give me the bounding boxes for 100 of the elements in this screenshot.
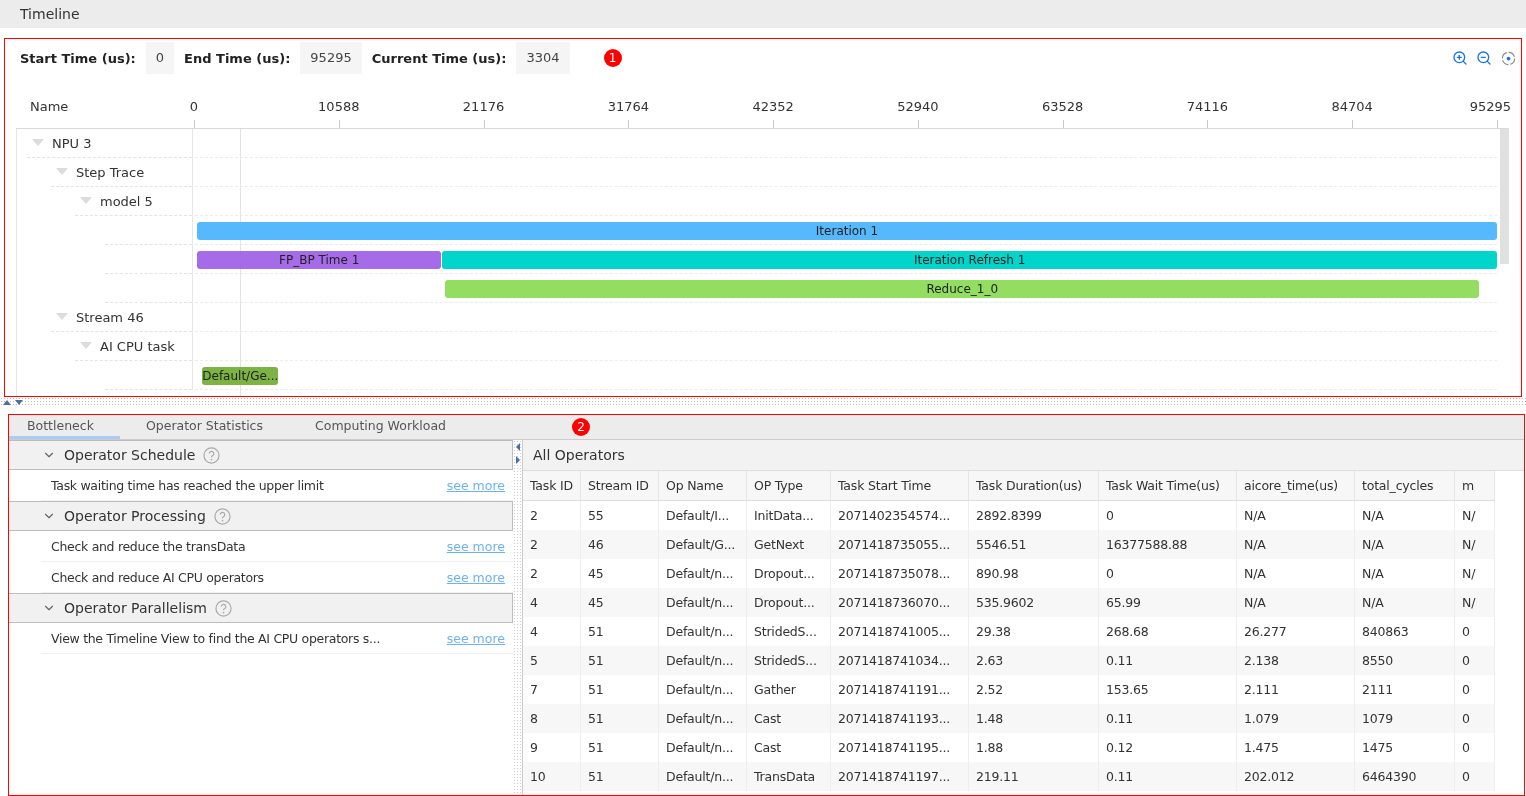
table-cell: 46 <box>581 530 659 559</box>
time-field[interactable]: 95295 <box>300 42 362 74</box>
table-cell: 2071418741193... <box>831 704 969 733</box>
field-label: Current Time (us): <box>371 50 507 66</box>
table-cell: 2.63 <box>969 646 1099 675</box>
table-cell: 8 <box>523 704 581 733</box>
tree-row[interactable]: model 5 <box>75 187 192 216</box>
field-label: Start Time (us): <box>20 50 136 66</box>
zoom-out-icon[interactable] <box>1475 49 1493 67</box>
tree-row[interactable]: AI CPU task <box>75 332 192 361</box>
axis-tick-label: 10588 <box>318 99 360 114</box>
table-cell: 8550 <box>1355 646 1455 675</box>
tree-row[interactable]: Step Trace <box>51 158 192 187</box>
callout-marker: 1 <box>603 49 622 67</box>
tree-row[interactable]: Stream 46 <box>51 303 192 332</box>
table-cell: 0 <box>1455 646 1495 675</box>
help-icon[interactable] <box>213 507 231 525</box>
table-cell: Default/n... <box>659 646 747 675</box>
table-cell: 2.138 <box>1237 646 1355 675</box>
zoom-in-icon[interactable] <box>1451 49 1469 67</box>
tab[interactable]: Operator Statistics <box>119 415 289 439</box>
table-cell: 45 <box>581 588 659 617</box>
table-cell: 6464390 <box>1355 762 1455 791</box>
column-header[interactable]: aicore_time(us) <box>1237 471 1355 501</box>
section-title: Operator Processing <box>64 508 206 524</box>
axis-tick-label: 63528 <box>1041 99 1084 114</box>
table-cell: N/A <box>1237 588 1355 617</box>
axis-tick-label: 31764 <box>607 99 649 114</box>
table-cell: 2071418736070... <box>831 588 969 617</box>
timeline-bar[interactable]: Iteration 1 <box>197 222 1497 240</box>
table-cell: 0 <box>1455 762 1495 791</box>
table-cell: 1079 <box>1355 704 1455 733</box>
table-cell: Default/G... <box>659 530 747 559</box>
tab[interactable]: Computing Workload <box>289 415 472 439</box>
tree-node-label[interactable]: model 5 <box>100 193 153 209</box>
help-icon[interactable] <box>203 446 221 464</box>
column-header[interactable]: Task Start Time <box>831 471 969 501</box>
callout-marker: 2 <box>572 418 590 436</box>
table-cell: Default/n... <box>659 762 747 791</box>
section-header[interactable]: Operator Parallelism <box>9 593 513 623</box>
table-cell: N/A <box>1355 588 1455 617</box>
table-cell: 2 <box>523 530 581 559</box>
table-cell: N/ <box>1455 530 1495 559</box>
time-field[interactable]: 3304 <box>516 42 570 74</box>
tree-node-label[interactable]: Step Trace <box>76 164 145 180</box>
suggestion-text: Task waiting time has reached the upper limit <box>50 477 325 493</box>
collapse-triangle-icon[interactable] <box>56 168 68 176</box>
axis-tick-label: 52940 <box>897 99 939 114</box>
section-title: Operator Schedule <box>64 447 196 463</box>
axis-tick-label: 74116 <box>1186 99 1229 114</box>
column-header[interactable]: Stream ID <box>581 471 659 501</box>
table-cell: 0.11 <box>1099 762 1237 791</box>
table-cell: 0.11 <box>1099 646 1237 675</box>
table-cell: 51 <box>581 762 659 791</box>
reset-zoom-icon[interactable] <box>1499 49 1517 67</box>
tree-node-label[interactable]: Stream 46 <box>76 309 144 325</box>
table-title: All Operators <box>533 447 625 463</box>
timeline-bar[interactable]: FP_BP Time 1 <box>197 251 442 269</box>
axis-tick-label: 84704 <box>1331 99 1373 114</box>
splitter-arrows-icon[interactable] <box>2 398 24 406</box>
column-header[interactable]: Task Wait Time(us) <box>1099 471 1237 501</box>
table-cell: 1.079 <box>1237 704 1355 733</box>
tree-node-label[interactable]: AI CPU task <box>100 338 175 354</box>
column-header[interactable]: Op Name <box>659 471 747 501</box>
collapse-triangle-icon[interactable] <box>80 342 92 350</box>
field-label: End Time (us): <box>184 50 291 66</box>
panel-title: Timeline <box>20 6 80 22</box>
table-cell: Default/n... <box>659 588 747 617</box>
collapse-triangle-icon[interactable] <box>56 313 68 321</box>
time-field[interactable]: 0 <box>145 42 175 74</box>
column-header[interactable]: Task ID <box>523 471 581 501</box>
timeline-bar[interactable]: Iteration Refresh 1 <box>442 251 1497 269</box>
collapse-triangle-icon[interactable] <box>32 139 44 147</box>
column-header[interactable]: Task Duration(us) <box>969 471 1099 501</box>
tree-row[interactable]: NPU 3 <box>27 129 192 158</box>
table-cell: 5546.51 <box>969 530 1099 559</box>
column-header[interactable]: m <box>1455 471 1495 501</box>
table-cell: 202.012 <box>1237 762 1355 791</box>
timeline-bar[interactable]: Reduce_1_0 <box>445 280 1479 298</box>
table-cell: 1.48 <box>969 704 1099 733</box>
axis-tick-label: 42352 <box>752 99 794 114</box>
collapse-arrows-icon[interactable] <box>514 442 521 466</box>
suggestion-text: View the Timeline View to find the AI CPU operators s... <box>50 630 382 646</box>
table-cell: N/A <box>1355 530 1455 559</box>
table-cell: 51 <box>581 704 659 733</box>
section-header[interactable]: Operator Schedule <box>9 440 513 470</box>
scrollbar-thumb[interactable] <box>1500 129 1509 264</box>
table-cell: 219.11 <box>969 762 1099 791</box>
column-header[interactable]: OP Type <box>747 471 831 501</box>
section-header[interactable]: Operator Processing <box>9 501 513 531</box>
table-cell: 535.9602 <box>969 588 1099 617</box>
timeline-bar[interactable]: Default/Ge... <box>202 367 279 385</box>
tree-node-label[interactable]: NPU 3 <box>52 135 92 151</box>
help-icon[interactable] <box>214 599 232 617</box>
table-cell: 2071418741034... <box>831 646 969 675</box>
table-cell: 0 <box>1455 704 1495 733</box>
column-header[interactable]: total_cycles <box>1355 471 1455 501</box>
table-cell: 5 <box>523 646 581 675</box>
collapse-triangle-icon[interactable] <box>80 197 92 205</box>
column-header: Name <box>30 99 70 114</box>
